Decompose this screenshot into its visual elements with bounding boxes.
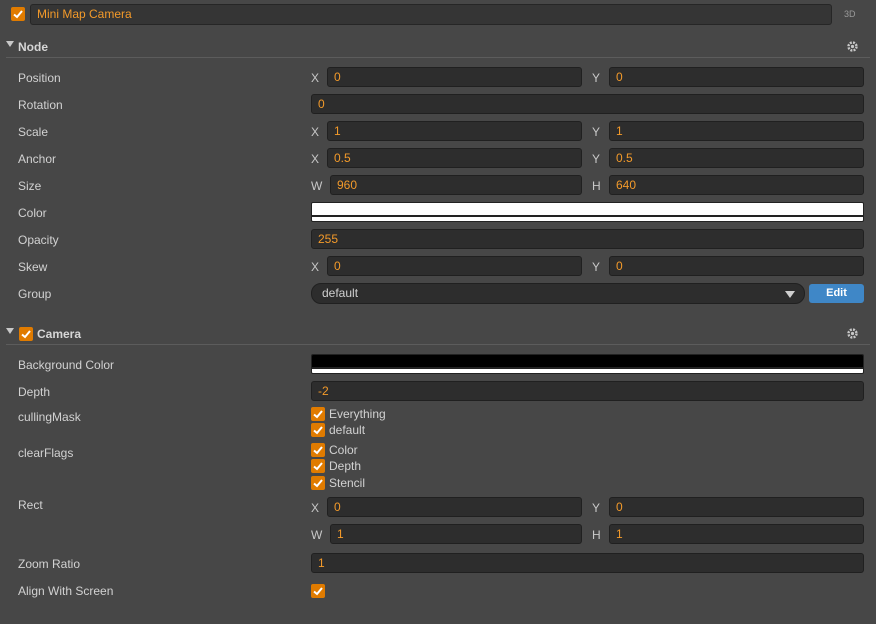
check-icon: [13, 10, 23, 19]
align-with-screen-checkbox[interactable]: [311, 584, 325, 598]
clear-depth-checkbox[interactable]: [311, 459, 325, 473]
clear-depth-label: Depth: [329, 459, 362, 473]
skew-y-label: Y: [592, 260, 601, 274]
depth-input[interactable]: -2: [311, 381, 864, 401]
gear-icon[interactable]: [846, 40, 859, 53]
scale-y-input[interactable]: 1: [609, 121, 864, 141]
node-name-input[interactable]: Mini Map Camera: [30, 4, 832, 25]
position-label: Position: [18, 71, 61, 85]
culling-everything-checkbox[interactable]: [311, 407, 325, 421]
culling-everything-label: Everything: [329, 407, 386, 421]
depth-label: Depth: [18, 385, 51, 399]
skew-x-input[interactable]: 0: [327, 256, 582, 276]
camera-enabled-checkbox[interactable]: [19, 327, 33, 341]
clear-color-label: Color: [329, 443, 358, 457]
anchor-label: Anchor: [18, 152, 57, 166]
alpha-bar: [312, 367, 863, 373]
camera-section-title: Camera: [37, 327, 82, 341]
check-icon: [313, 479, 323, 488]
size-h-label: H: [592, 179, 601, 193]
position-x-label: X: [311, 71, 320, 85]
culling-default-label: default: [329, 423, 366, 437]
rect-w-label: W: [311, 528, 323, 542]
rect-label: Rect: [18, 498, 43, 512]
clear-color-checkbox[interactable]: [311, 443, 325, 457]
check-icon: [313, 426, 323, 435]
clear-stencil-label: Stencil: [329, 476, 366, 490]
size-w-label: W: [311, 179, 323, 193]
rect-h-input[interactable]: 1: [609, 524, 864, 544]
position-x-input[interactable]: 0: [327, 67, 582, 87]
dropdown-arrow-icon: [785, 291, 795, 298]
divider: [6, 344, 870, 345]
clear-stencil-checkbox[interactable]: [311, 476, 325, 490]
check-icon: [313, 446, 323, 455]
scale-y-label: Y: [592, 125, 601, 139]
scale-x-label: X: [311, 125, 320, 139]
collapse-triangle-icon[interactable]: [6, 328, 14, 334]
anchor-x-label: X: [311, 152, 320, 166]
culling-mask-label: cullingMask: [18, 410, 81, 424]
check-icon: [313, 410, 323, 419]
culling-default-checkbox[interactable]: [311, 423, 325, 437]
zoom-ratio-label: Zoom Ratio: [18, 557, 81, 571]
node-section-header[interactable]: Node: [0, 36, 876, 58]
opacity-input[interactable]: 255: [311, 229, 864, 249]
node-enabled-checkbox[interactable]: [11, 7, 25, 21]
mode-3d-toggle[interactable]: 3D: [844, 9, 856, 19]
camera-section-header[interactable]: Camera: [0, 323, 876, 345]
position-y-input[interactable]: 0: [609, 67, 864, 87]
color-label: Color: [18, 206, 47, 220]
divider: [6, 57, 870, 58]
anchor-y-label: Y: [592, 152, 601, 166]
size-h-input[interactable]: 640: [609, 175, 864, 195]
check-icon: [313, 587, 323, 596]
group-edit-button[interactable]: Edit: [809, 284, 864, 303]
color-picker[interactable]: [311, 202, 864, 222]
rect-x-label: X: [311, 501, 320, 515]
check-icon: [21, 330, 31, 339]
group-select-value: default: [322, 286, 359, 300]
rotation-label: Rotation: [18, 98, 63, 112]
rotation-input[interactable]: 0: [311, 94, 864, 114]
group-select[interactable]: default: [311, 283, 805, 304]
collapse-triangle-icon[interactable]: [6, 41, 14, 47]
rect-y-input[interactable]: 0: [609, 497, 864, 517]
check-icon: [313, 462, 323, 471]
rect-y-label: Y: [592, 501, 601, 515]
rect-x-input[interactable]: 0: [327, 497, 582, 517]
skew-x-label: X: [311, 260, 320, 274]
group-label: Group: [18, 287, 52, 301]
rect-h-label: H: [592, 528, 601, 542]
anchor-y-input[interactable]: 0.5: [609, 148, 864, 168]
skew-label: Skew: [18, 260, 48, 274]
position-y-label: Y: [592, 71, 601, 85]
scale-label: Scale: [18, 125, 49, 139]
opacity-label: Opacity: [18, 233, 59, 247]
align-with-screen-label: Align With Screen: [18, 584, 114, 598]
gear-icon[interactable]: [846, 327, 859, 340]
skew-y-input[interactable]: 0: [609, 256, 864, 276]
anchor-x-input[interactable]: 0.5: [327, 148, 582, 168]
clear-flags-label: clearFlags: [18, 446, 74, 460]
scale-x-input[interactable]: 1: [327, 121, 582, 141]
background-color-picker[interactable]: [311, 354, 864, 374]
alpha-bar: [312, 215, 863, 221]
background-color-label: Background Color: [18, 358, 115, 372]
zoom-ratio-input[interactable]: 1: [311, 553, 864, 573]
size-w-input[interactable]: 960: [330, 175, 582, 195]
rect-w-input[interactable]: 1: [330, 524, 582, 544]
node-section-title: Node: [18, 40, 48, 54]
size-label: Size: [18, 179, 42, 193]
